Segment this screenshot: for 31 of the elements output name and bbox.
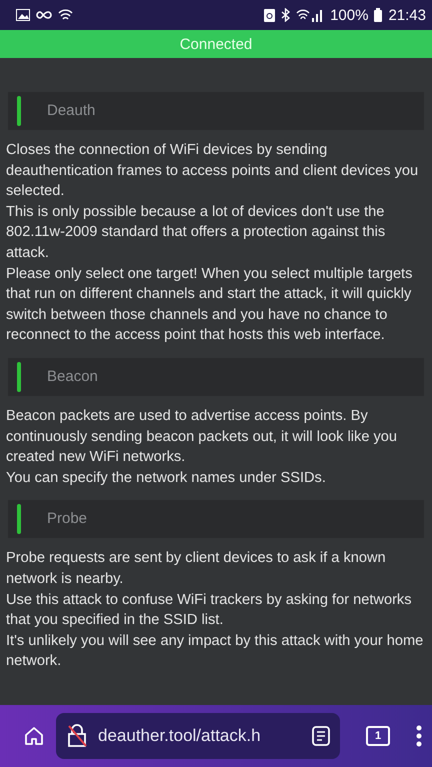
more-menu-icon[interactable] — [416, 725, 422, 747]
description-text: Closes the connection of WiFi devices by sending deauthentication frames to access points and client devices you selected. — [6, 141, 420, 202]
description-text: Use this attack to confuse WiFi trackers by asking for networks that you specified in the SSID list. — [6, 590, 413, 630]
battery-percent: 100% — [330, 6, 368, 24]
tab-count-button[interactable]: 1 — [366, 726, 390, 746]
section-title: Deauth — [47, 100, 96, 121]
battery-icon — [374, 8, 382, 22]
description-text: This is only possible because a lot of devices don't use the 802.11w-2009 standard that offers a protection against this attack. — [6, 202, 386, 263]
image-icon — [16, 9, 30, 21]
accent-bar — [17, 504, 21, 534]
address-bar[interactable]: deauther.tool/attack.h — [56, 713, 340, 759]
home-icon[interactable] — [24, 726, 44, 746]
bluetooth-icon — [281, 8, 290, 22]
accent-bar — [17, 362, 21, 392]
wifi-icon — [58, 8, 73, 22]
description-text: Beacon packets are used to advertise access points. By continuously sending beacon packets out, it will look like you created new WiFi networks. — [6, 406, 398, 468]
clock: 21:43 — [388, 6, 426, 24]
description-text: Please only select one target! When you select multiple targets that run on different channels and start the attack, it will quickly switch between those channels and you have no chance to reconnect to the access point that hosts this web interface. — [6, 264, 414, 346]
accent-bar — [17, 96, 21, 126]
infinity-icon — [36, 11, 52, 19]
section-title: Probe — [47, 509, 88, 530]
connection-banner: Connected — [0, 30, 432, 58]
description-text: You can specify the network names under SSIDs. — [6, 468, 327, 488]
insecure-lock-icon — [66, 724, 88, 748]
signal-icon — [296, 8, 324, 22]
description-text: It's unlikely you will see any impact by this attack with your home network. — [6, 632, 424, 672]
reader-icon[interactable] — [312, 726, 330, 746]
section-title: Beacon — [47, 366, 98, 387]
url-text: deauther.tool/attack.h — [98, 726, 262, 746]
description-text: Probe requests are sent by client devices to ask if a known network is nearby. — [6, 549, 387, 589]
battery-saver-icon — [264, 8, 276, 22]
